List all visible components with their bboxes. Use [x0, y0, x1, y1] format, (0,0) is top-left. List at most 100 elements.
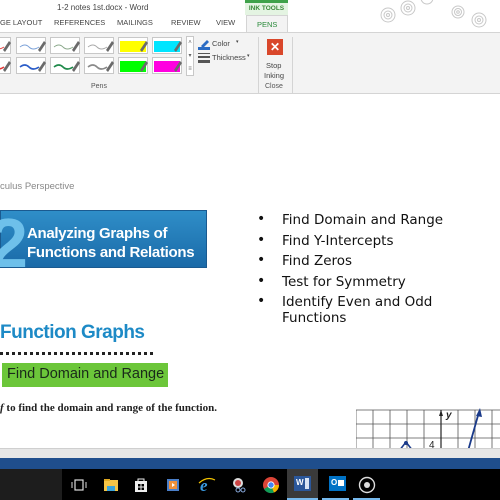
pen-stroke-icon: [87, 41, 114, 52]
media-player-icon: [167, 479, 179, 491]
scroll-down-icon[interactable]: ▾: [187, 50, 193, 63]
record-circle-icon: [358, 476, 376, 494]
pen-swatch[interactable]: [84, 37, 114, 54]
tab-view[interactable]: VIEW: [216, 18, 235, 27]
snipping-tool-icon: [233, 478, 246, 493]
outlook-icon: O: [329, 476, 346, 491]
tab-references[interactable]: REFERENCES: [54, 18, 105, 27]
color-label: Color: [212, 39, 230, 48]
pen-swatch[interactable]: [0, 37, 11, 54]
list-item: Find Domain and Range: [257, 211, 500, 233]
section-title: Function Graphs: [0, 322, 145, 343]
scroll-up-icon[interactable]: ˄: [187, 37, 193, 50]
list-item: Find Zeros: [257, 252, 500, 274]
stop-inking-button[interactable]: ✕ Stop Inking: [260, 35, 290, 80]
pens-gallery-scroll[interactable]: ˄ ▾ ≡: [186, 36, 194, 76]
ribbon: ˄ ▾ ≡ Pens Color ▾ Thickness ▾ ✕ Stop In…: [0, 32, 500, 94]
chrome-icon: [263, 477, 280, 494]
pen-stroke-icon: [53, 41, 80, 52]
highlighter-swatch[interactable]: [118, 57, 148, 74]
dotted-divider: [0, 352, 153, 355]
pen-swatch[interactable]: [50, 37, 80, 54]
highlighter-icon: [120, 61, 148, 72]
tab-review[interactable]: REVIEW: [171, 18, 201, 27]
y-axis-label: y: [445, 410, 452, 421]
curve-point: [404, 441, 408, 445]
task-view-button[interactable]: [69, 475, 89, 495]
chrome-button[interactable]: [261, 475, 281, 495]
pens-group-label: Pens: [91, 83, 107, 90]
highlighter-swatch[interactable]: [152, 37, 182, 54]
search-area[interactable]: [0, 469, 62, 500]
pen-swatch[interactable]: [16, 57, 46, 74]
expand-gallery-icon[interactable]: ≡: [187, 63, 193, 76]
lesson-number: 2: [0, 204, 28, 282]
media-player-button[interactable]: [163, 475, 183, 495]
task-view-icon: [71, 479, 87, 491]
pen-stroke-icon: [0, 61, 11, 72]
pen-stroke-icon: [19, 61, 46, 72]
pen-swatch[interactable]: [50, 57, 80, 74]
subsection-heading: Find Domain and Range: [7, 366, 165, 382]
taskbar: e W O: [0, 469, 500, 500]
thickness-button[interactable]: Thickness ▾: [198, 52, 253, 64]
group-divider: [292, 37, 293, 93]
thickness-icon: [198, 53, 210, 63]
file-explorer-button[interactable]: [101, 475, 121, 495]
record-app-button[interactable]: [353, 469, 380, 500]
highlighter-swatch[interactable]: [118, 37, 148, 54]
snipping-tool-button[interactable]: [229, 475, 249, 495]
instruction-rest: to find the domain and range of the func…: [3, 402, 217, 414]
internet-explorer-button[interactable]: e: [197, 475, 217, 495]
instruction-text: f to find the domain and range of the fu…: [0, 402, 217, 414]
inking-label: Inking: [264, 71, 285, 80]
pen-stroke-icon: [19, 41, 46, 52]
word-icon: W: [294, 476, 311, 491]
highlighter-icon: [154, 41, 182, 52]
store-button[interactable]: [131, 475, 151, 495]
thickness-label: Thickness: [212, 53, 246, 62]
folder-icon: [104, 479, 118, 491]
store-bag-icon: [135, 478, 147, 492]
highlighter-icon: [120, 41, 148, 52]
subsection-heading-box: Find Domain and Range: [2, 363, 168, 387]
highlighter-icon: [154, 61, 182, 72]
function-graph: y 4: [356, 408, 500, 451]
y-axis-arrow: [439, 410, 443, 416]
pen-stroke-icon: [53, 61, 80, 72]
word-button[interactable]: W: [287, 469, 318, 500]
chevron-down-icon: ▾: [236, 39, 239, 45]
highlighter-swatch[interactable]: [152, 57, 182, 74]
ink-tools-context-label: INK TOOLS: [245, 0, 288, 15]
document-bottom-edge: [0, 448, 500, 458]
banner-title-line2: Functions and Relations: [27, 244, 195, 261]
group-divider: [258, 37, 259, 93]
internet-explorer-icon: e: [198, 476, 216, 495]
pen-stroke-icon: [0, 41, 11, 52]
pen-color-icon: [198, 40, 210, 50]
objectives-list: Find Domain and Range Find Y-Intercepts …: [257, 211, 500, 326]
pen-stroke-icon: [87, 61, 114, 72]
tab-pens[interactable]: PENS: [246, 15, 289, 33]
curve-line: [467, 411, 480, 451]
tab-mailings[interactable]: MAILINGS: [117, 18, 153, 27]
ribbon-tabs: GE LAYOUT REFERENCES MAILINGS REVIEW VIE…: [0, 15, 500, 33]
lesson-banner: 2 Analyzing Graphs of Functions and Rela…: [0, 204, 207, 282]
outlook-button[interactable]: O: [322, 469, 353, 500]
window-title: 1-2 notes 1st.docx - Word: [57, 3, 149, 12]
status-bar: [0, 458, 500, 469]
color-button[interactable]: Color ▾: [198, 38, 253, 50]
list-item: Test for Symmetry: [257, 273, 500, 295]
stop-label: Stop: [266, 61, 282, 70]
pen-swatch[interactable]: [0, 57, 11, 74]
close-group-label: Close: [265, 83, 283, 90]
pen-swatch[interactable]: [16, 37, 46, 54]
chevron-down-icon: ▾: [247, 53, 250, 59]
banner-title-line1: Analyzing Graphs of: [27, 225, 168, 242]
list-item: Identify Even and Odd Functions: [257, 293, 500, 326]
chapter-subheading: culus Perspective: [0, 181, 75, 192]
curve-arrow: [476, 408, 482, 417]
pen-swatch[interactable]: [84, 57, 114, 74]
tab-page-layout[interactable]: GE LAYOUT: [0, 18, 42, 27]
list-item: Find Y-Intercepts: [257, 232, 500, 254]
